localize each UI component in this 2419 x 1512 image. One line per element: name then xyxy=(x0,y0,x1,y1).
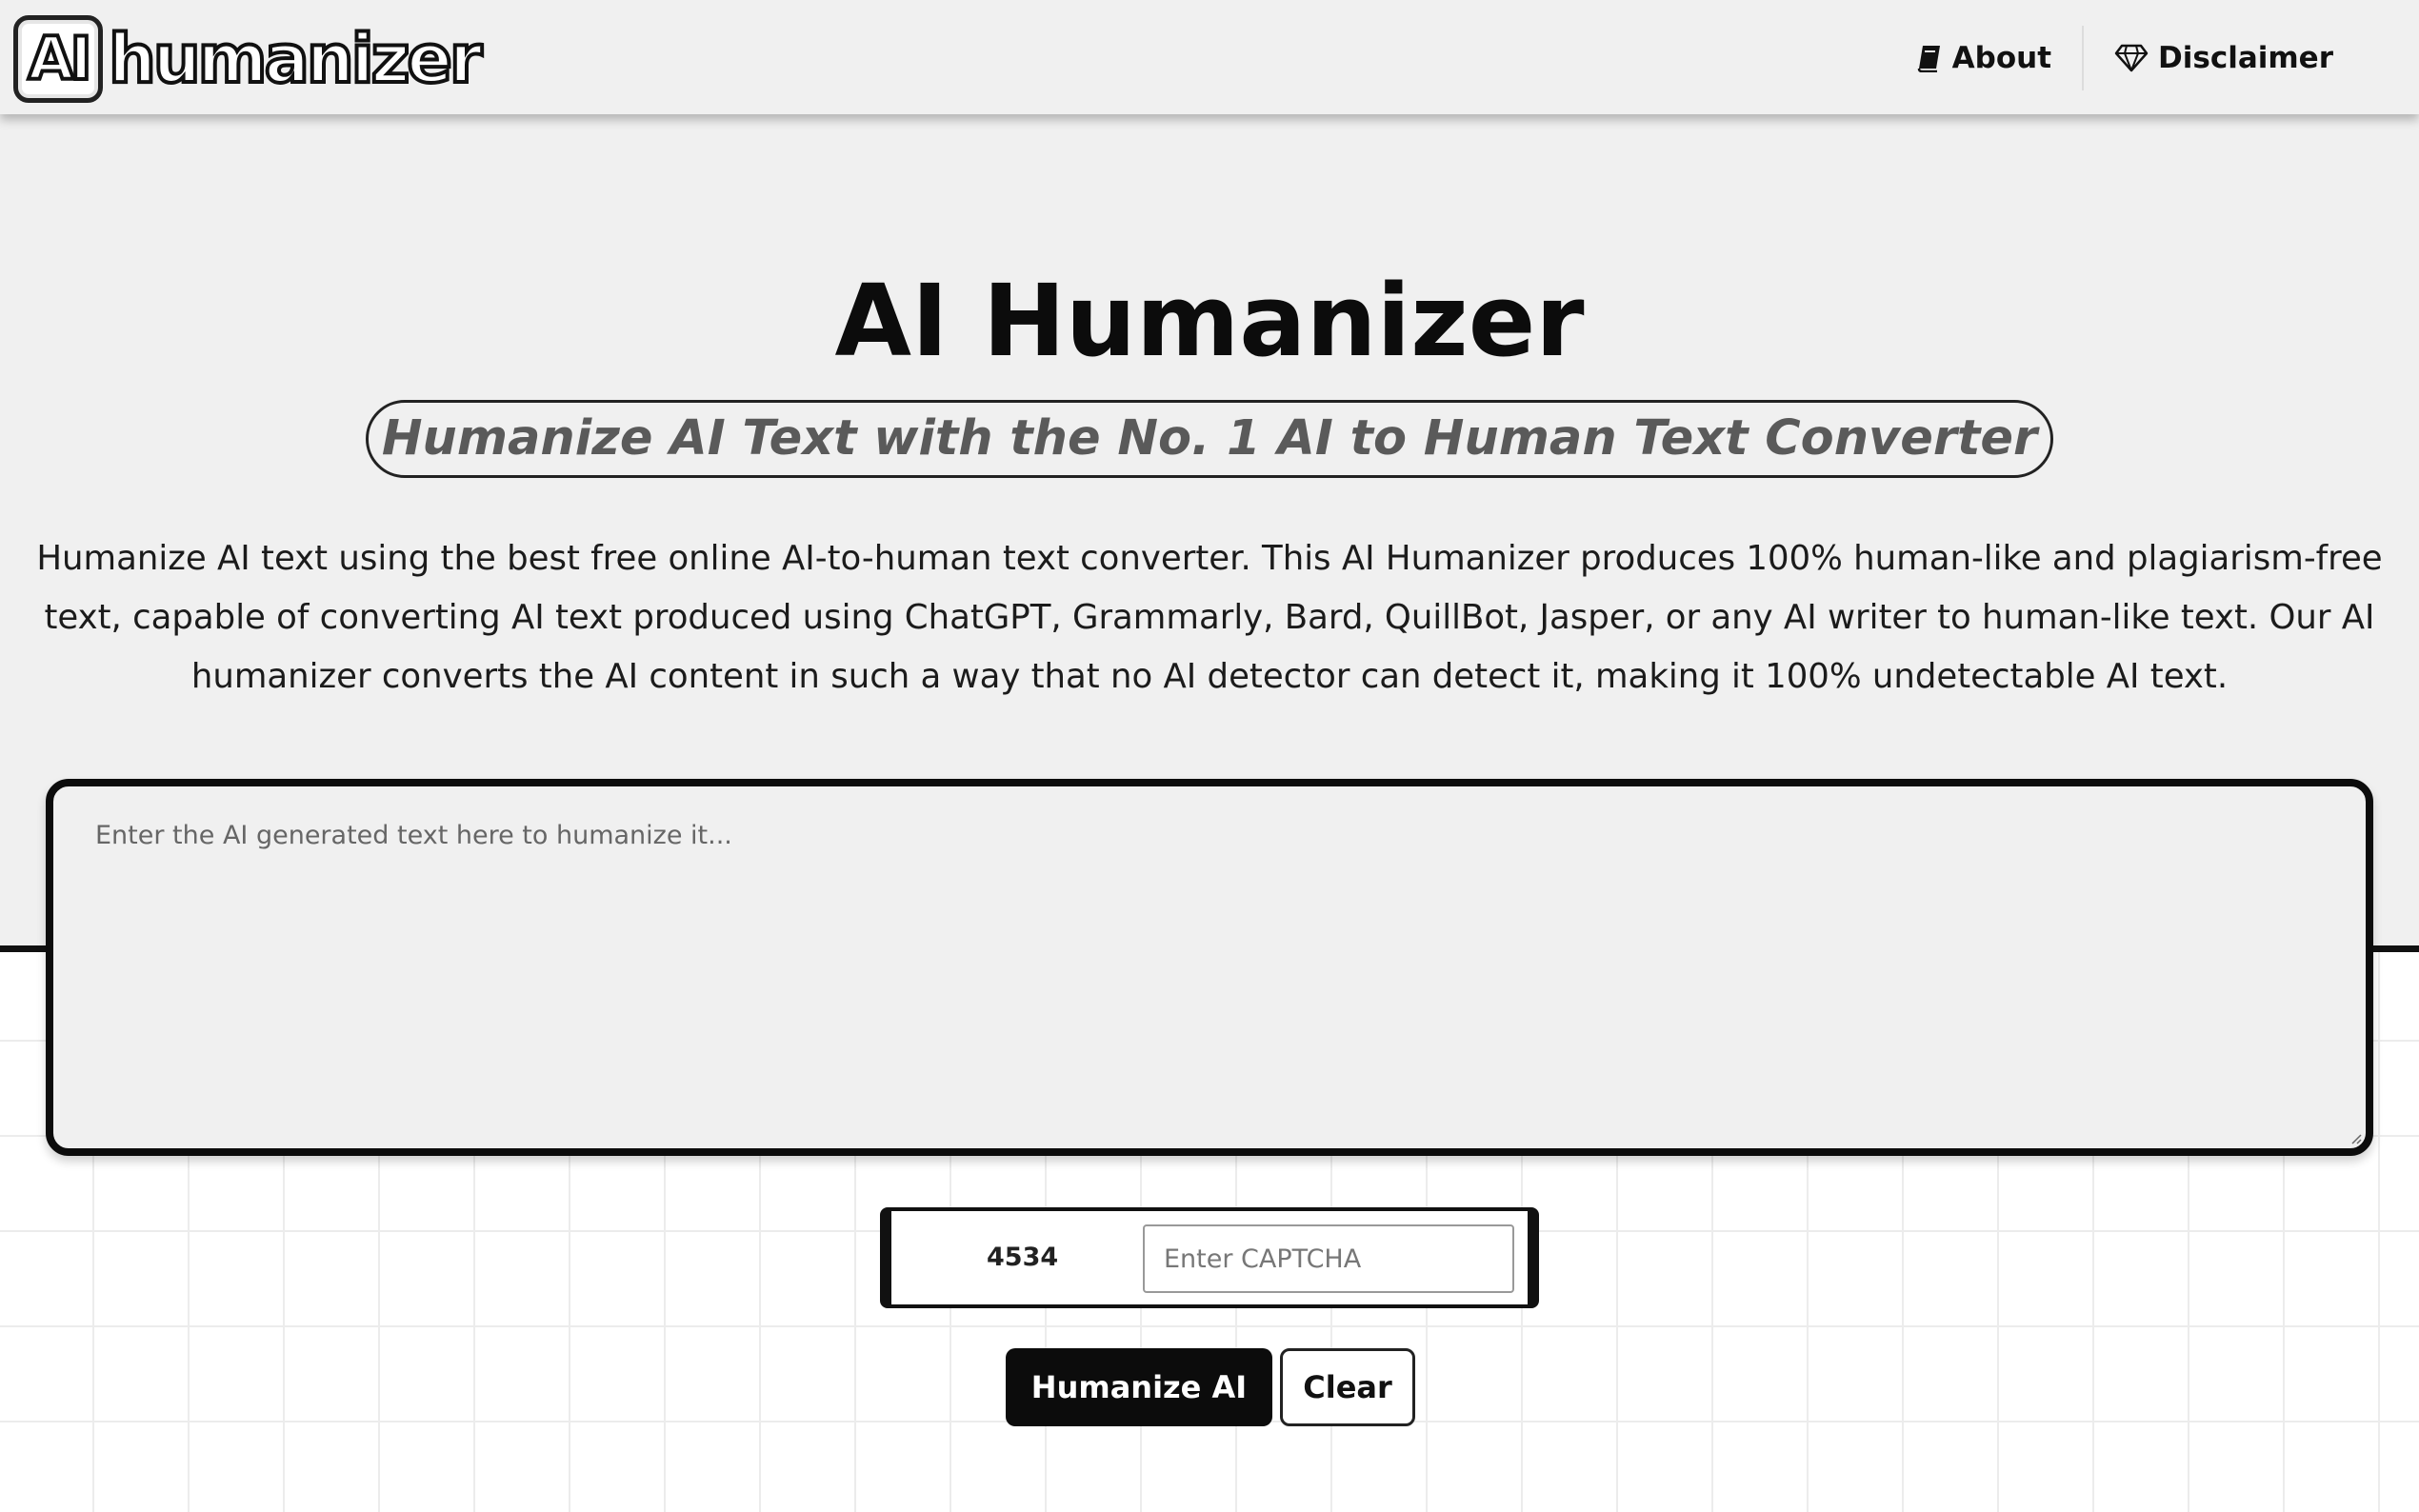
nav-about-label: About xyxy=(1951,41,2052,75)
diamond-icon xyxy=(2114,44,2149,72)
main-nav: About Disclaimer xyxy=(1886,25,2364,91)
ai-text-editor xyxy=(46,779,2373,1156)
resize-handle-icon[interactable] xyxy=(2349,1131,2362,1144)
site-header: AI humanizer About Disclaimer xyxy=(0,0,2419,114)
captcha-code: 4534 xyxy=(987,1243,1059,1272)
action-buttons: Humanize AI Clear xyxy=(1006,1348,1415,1426)
logo-wordmark: humanizer xyxy=(107,20,484,98)
clear-button[interactable]: Clear xyxy=(1280,1348,1415,1426)
logo-badge: AI xyxy=(13,15,103,103)
nav-disclaimer-label: Disclaimer xyxy=(2158,41,2333,75)
captcha-panel: 4534 xyxy=(880,1207,1539,1308)
page-title: AI Humanizer xyxy=(834,263,1585,379)
subtitle-container: Humanize AI Text with the No. 1 AI to Hu… xyxy=(0,400,2419,478)
site-logo[interactable]: AI humanizer xyxy=(13,13,484,105)
ai-text-input[interactable] xyxy=(53,786,2366,1148)
book-icon xyxy=(1917,46,1940,72)
logo-mark: AI xyxy=(26,24,93,93)
page-subtitle: Humanize AI Text with the No. 1 AI to Hu… xyxy=(365,400,2054,478)
nav-disclaimer-link[interactable]: Disclaimer xyxy=(2084,25,2364,91)
page-description: Humanize AI text using the best free onl… xyxy=(36,539,2383,696)
humanize-ai-button[interactable]: Humanize AI xyxy=(1006,1348,1272,1426)
nav-about-link[interactable]: About xyxy=(1886,25,2082,91)
captcha-input[interactable] xyxy=(1143,1224,1514,1293)
